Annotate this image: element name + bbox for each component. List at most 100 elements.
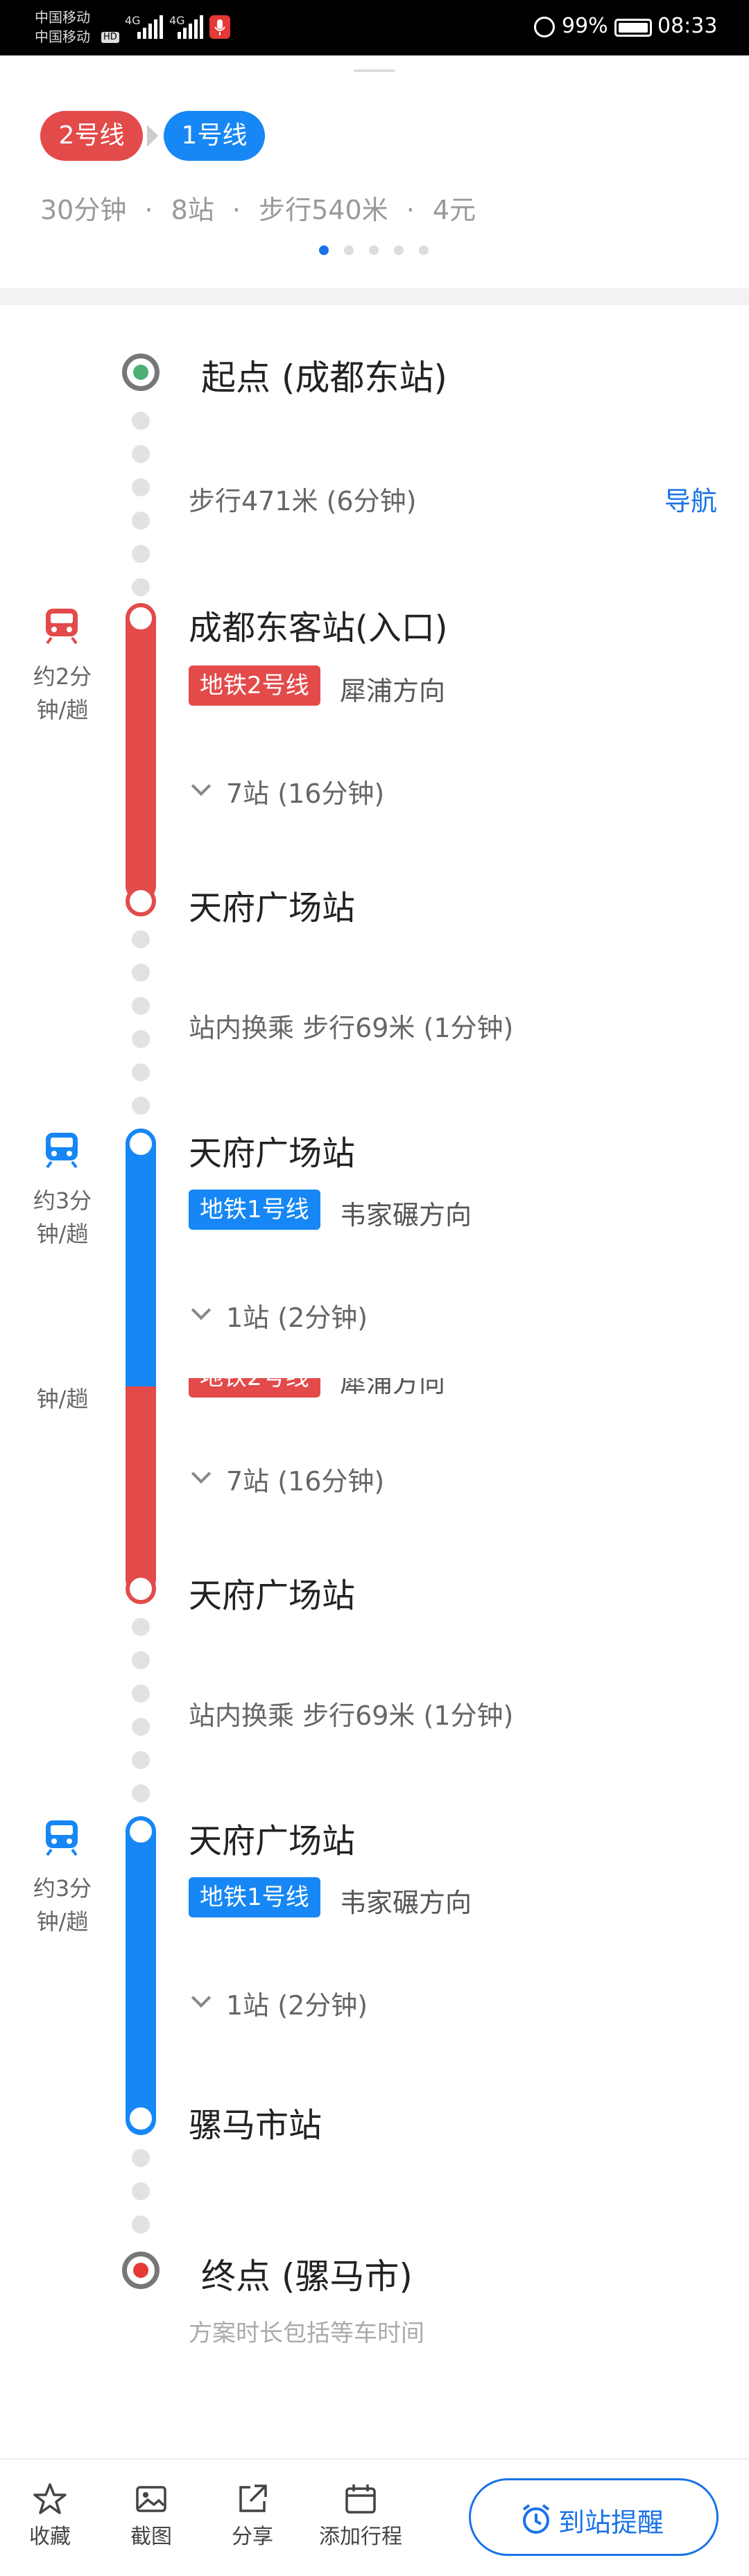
carrier-2: 中国移动 <box>35 28 90 45</box>
page-dot-active[interactable] <box>319 245 329 255</box>
walk-dot <box>132 1063 150 1081</box>
alight-stop-marker <box>126 886 156 916</box>
favorite-button[interactable]: 收藏 <box>8 2482 92 2550</box>
walk-dot <box>132 1618 150 1636</box>
expand-stops[interactable]: 1站 (2分钟) <box>189 1984 480 2023</box>
line-badge: 地铁2号线 <box>189 665 320 706</box>
frequency-note: 约3分 钟/趟 <box>33 1875 92 1935</box>
section-divider <box>0 288 749 305</box>
clock: 08:33 <box>657 14 718 38</box>
train-icon <box>46 609 78 645</box>
signal-icon <box>178 15 203 39</box>
board-stop-name[interactable]: 天府广场站 <box>189 1126 355 1174</box>
page-dot[interactable] <box>344 245 354 255</box>
walk-dot <box>132 2149 150 2167</box>
signal-icon <box>137 15 163 39</box>
start-marker <box>122 354 160 391</box>
walk-dot <box>132 964 150 982</box>
transfer-step: 站内换乘 步行69米 (1分钟) <box>189 1013 514 1043</box>
board-stop-marker <box>126 603 156 634</box>
alight-stop-marker <box>126 1574 156 1604</box>
line-1-segment <box>126 1129 156 1386</box>
battery-percent: 99% <box>562 14 608 38</box>
transfer-step: 站内换乘 步行69米 (1分钟) <box>189 1700 514 1731</box>
start-label: 起点 (成都东站) <box>201 358 447 398</box>
walk-dot <box>132 930 150 948</box>
chevron-down-icon <box>191 1463 212 1484</box>
frequency-note: 约3分 钟/趟 <box>33 1187 92 1247</box>
page-dot[interactable] <box>419 245 429 255</box>
summary-price: 4元 <box>432 195 476 225</box>
direction-label: 犀浦方向 <box>340 1378 446 1398</box>
walk-dot <box>132 2216 150 2234</box>
expand-stops[interactable]: 7站 (16分钟) <box>189 1460 480 1499</box>
walk-dot <box>132 1751 150 1769</box>
add-trip-button[interactable]: 添加行程 <box>312 2482 409 2550</box>
alarm-icon <box>534 17 555 37</box>
duration-footnote: 方案时长包括等车时间 <box>189 2320 424 2347</box>
share-icon <box>239 2484 267 2512</box>
arrival-reminder-button[interactable]: 到站提醒 <box>469 2478 718 2556</box>
direction-label: 韦家碾方向 <box>340 1200 472 1230</box>
line-badge: 地铁2号线 <box>189 1378 320 1398</box>
line-badge: 地铁1号线 <box>189 1190 320 1230</box>
walk-dot <box>132 478 150 496</box>
train-icon <box>46 1133 78 1169</box>
status-bar: 中国移动 中国移动 HD 4G 4G 99% 08:33 <box>0 0 749 55</box>
board-stop-marker <box>126 1816 156 1847</box>
share-button[interactable]: 分享 <box>211 2482 294 2550</box>
board-stop-marker <box>126 1129 156 1159</box>
page-indicator[interactable] <box>319 245 437 255</box>
end-label: 终点 (骡马市) <box>201 2256 413 2297</box>
alarm-clock-icon <box>522 2504 550 2534</box>
walk-dot <box>132 545 150 563</box>
walk-dot <box>132 1651 150 1669</box>
image-icon <box>136 2486 166 2512</box>
battery-icon <box>614 19 652 37</box>
calendar-icon <box>345 2484 376 2514</box>
route-summary: 30分钟 · 8站 · 步行540米 · 4元 <box>40 195 476 225</box>
expand-stops[interactable]: 1站 (2分钟) <box>189 1296 480 1335</box>
board-stop-name[interactable]: 天府广场站 <box>189 1813 355 1862</box>
carrier-1: 中国移动 <box>35 9 90 26</box>
alight-stop-name[interactable]: 天府广场站 <box>189 880 355 929</box>
alight-stop-name[interactable]: 天府广场站 <box>189 1568 355 1617</box>
frequency-note: 钟/趟 <box>36 1386 89 1412</box>
microphone-icon <box>209 15 230 39</box>
line-chip-2: 2号线 <box>40 111 143 161</box>
alight-stop-name[interactable]: 骡马市站 <box>189 2098 322 2146</box>
line-2-segment <box>126 603 156 901</box>
walk-dot <box>132 1718 150 1736</box>
board-stop-name[interactable]: 成都东客站(入口) <box>189 600 447 649</box>
chevron-down-icon <box>191 1300 212 1321</box>
walk-dot <box>132 1097 150 1115</box>
walk-dot <box>132 512 150 530</box>
chevron-right-icon <box>147 125 158 147</box>
summary-walk: 步行540米 <box>259 195 388 225</box>
navigate-link[interactable]: 导航 <box>664 480 717 518</box>
expand-stops[interactable]: 7站 (16分钟) <box>189 772 480 811</box>
screenshot-button[interactable]: 截图 <box>110 2482 193 2550</box>
page-dot[interactable] <box>394 245 404 255</box>
walk-step: 步行471米 (6分钟) <box>189 486 417 516</box>
walk-dot <box>132 578 150 596</box>
line-1-segment <box>126 1816 156 2135</box>
walk-dot <box>132 412 150 430</box>
hd-badge: HD <box>101 32 119 43</box>
walk-dot <box>132 1685 150 1703</box>
end-marker <box>122 2252 160 2289</box>
direction-label: 韦家碾方向 <box>340 1888 472 1918</box>
walk-dot <box>132 2182 150 2200</box>
walk-dot <box>132 445 150 463</box>
line-badge: 地铁1号线 <box>189 1877 320 1917</box>
line-2-segment <box>126 1386 156 1594</box>
alight-stop-marker <box>126 2103 156 2134</box>
page-dot[interactable] <box>369 245 379 255</box>
summary-stations: 8站 <box>171 195 214 225</box>
chevron-down-icon <box>191 776 212 797</box>
chevron-down-icon <box>191 1987 212 2008</box>
drag-handle[interactable] <box>354 69 395 72</box>
summary-duration: 30分钟 <box>40 195 127 225</box>
direction-label: 犀浦方向 <box>340 676 446 706</box>
walk-dot <box>132 997 150 1015</box>
